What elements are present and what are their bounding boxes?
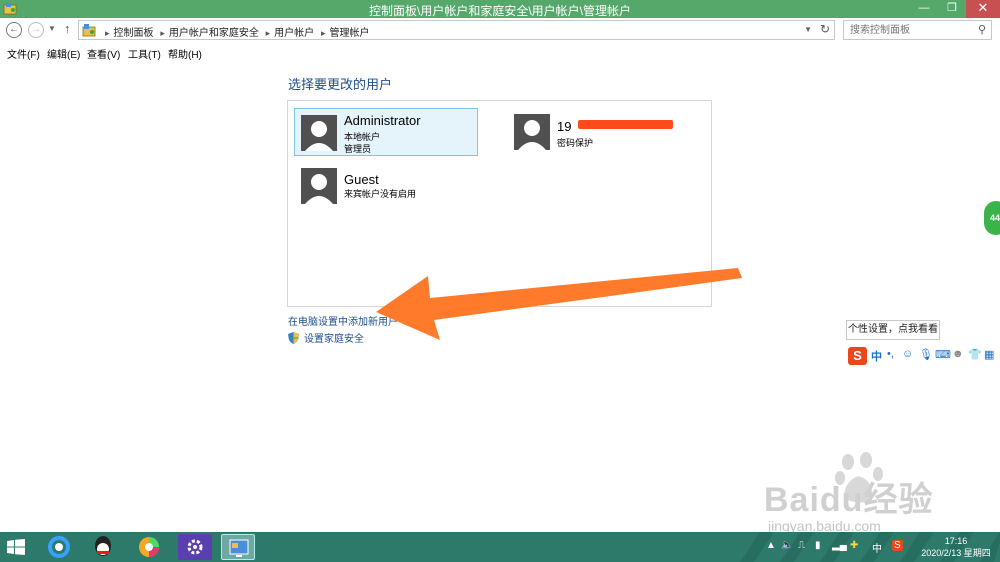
breadcrumb-item[interactable]: 控制面板 <box>114 28 154 39</box>
back-button[interactable]: ← <box>6 22 22 38</box>
microphone-icon[interactable]: 🎙 <box>919 348 933 361</box>
skin-icon[interactable]: 👕 <box>968 348 982 361</box>
tray-expand-icon[interactable]: ▲ <box>766 540 776 551</box>
close-button[interactable]: ✕ <box>966 0 1000 18</box>
search-input[interactable] <box>850 22 970 38</box>
account-tile-microsoft[interactable]: 19 密码保护 <box>508 108 698 156</box>
restore-button[interactable]: ❐ <box>938 0 966 18</box>
account-tile-guest[interactable]: Guest 来宾帐户没有启用 <box>294 165 478 213</box>
signal-icon[interactable]: ▂▄ <box>832 540 847 551</box>
minimize-button[interactable]: — <box>910 0 938 18</box>
account-name: Administrator <box>344 113 421 128</box>
sogou-logo-icon[interactable]: S <box>848 347 867 365</box>
punctuation-icon[interactable]: •, <box>887 348 894 360</box>
watermark-brand: Baidu经验 <box>764 481 934 519</box>
search-box[interactable]: ⚲ <box>843 20 992 40</box>
account-name: Guest <box>344 172 379 187</box>
recent-pages-dropdown[interactable]: ▼ <box>48 24 56 33</box>
breadcrumb-item[interactable]: 用户帐户和家庭安全 <box>169 28 259 39</box>
ime-toolbar: S 中 •, ☺ 🎙 ⌨ ☻ 👕 ▦ <box>846 346 998 366</box>
clock-date: 2020/2/13 星期四 <box>921 548 991 558</box>
clock[interactable]: 17:16 2020/2/13 星期四 <box>912 535 1000 559</box>
clock-time: 17:16 <box>944 536 968 546</box>
address-bar[interactable]: ▸ 控制面板 ▸ 用户帐户和家庭安全 ▸ 用户帐户 ▸ 管理帐户 ▼ ↻ <box>78 20 835 40</box>
account-name: 19 <box>557 119 572 134</box>
forward-button[interactable]: → <box>28 22 44 38</box>
menu-tools[interactable]: 工具(T) <box>128 46 161 61</box>
address-dropdown-icon[interactable]: ▼ <box>804 25 812 34</box>
shield-icon <box>288 332 299 344</box>
qq-taskbar-icon[interactable] <box>86 534 120 560</box>
menu-help[interactable]: 帮助(H) <box>168 46 202 61</box>
account-tile-administrator[interactable]: Administrator 本地帐户 管理员 <box>294 108 478 156</box>
control-panel-taskbar-icon[interactable] <box>221 534 255 560</box>
avatar <box>514 114 550 150</box>
windows-start-icon[interactable] <box>7 539 25 555</box>
browser-taskbar-icon[interactable] <box>42 534 76 560</box>
taskbar: ▲ 🔈 ⎍ ▮ ▂▄ ✚ 中 S 17:16 2020/2/13 星期四 <box>0 532 1000 562</box>
family-safety-link[interactable]: 设置家庭安全 <box>288 330 364 345</box>
avatar <box>301 168 337 204</box>
menu-edit[interactable]: 编辑(E) <box>47 46 80 61</box>
toolbox-icon[interactable]: ▦ <box>984 348 994 361</box>
avatar <box>301 115 337 151</box>
account-role: 管理员 <box>344 144 372 154</box>
menu-bar: 文件(F) 编辑(E) 查看(V) 工具(T) 帮助(H) <box>0 44 1000 62</box>
volume-icon[interactable]: 🔈 <box>781 540 793 551</box>
redaction-mark <box>578 120 673 129</box>
breadcrumb-item[interactable]: 用户帐户 <box>274 28 314 39</box>
navigation-bar: ← → ▼ ↑ ▸ 控制面板 ▸ 用户帐户和家庭安全 ▸ 用户帐户 ▸ 管理帐户 ▼ ↻… <box>0 18 1000 42</box>
battery-icon[interactable]: ▮ <box>815 540 821 551</box>
up-button[interactable]: ↑ <box>64 21 71 36</box>
title-bar: 控制面板\用户帐户和家庭安全\用户帐户\管理帐户 — ❐ ✕ <box>0 0 1000 18</box>
breadcrumb: ▸ 控制面板 ▸ 用户帐户和家庭安全 ▸ 用户帐户 ▸ 管理帐户 <box>105 28 370 39</box>
search-icon[interactable]: ⚲ <box>978 23 986 36</box>
annotation-arrow <box>376 268 742 340</box>
control-panel-icon <box>82 24 96 37</box>
account-protection: 密码保护 <box>557 138 594 148</box>
360-browser-taskbar-icon[interactable] <box>132 534 166 560</box>
menu-file[interactable]: 文件(F) <box>7 46 40 61</box>
keyboard-icon[interactable]: ⌨ <box>935 348 951 361</box>
user-icon[interactable]: ☻ <box>952 348 964 360</box>
emoji-icon[interactable]: ☺ <box>902 348 913 360</box>
floating-assistant-icon[interactable]: 44 <box>984 201 1000 235</box>
sogou-tray-icon[interactable]: S <box>892 540 903 551</box>
breadcrumb-item[interactable]: 管理帐户 <box>329 28 369 39</box>
account-status: 来宾帐户没有启用 <box>344 189 417 199</box>
family-safety-label: 设置家庭安全 <box>304 334 364 345</box>
settings-taskbar-icon[interactable] <box>178 534 212 560</box>
page-heading: 选择要更改的用户 <box>288 77 393 92</box>
ime-mode[interactable]: 中 <box>871 348 882 364</box>
window-title: 控制面板\用户帐户和家庭安全\用户帐户\管理帐户 <box>368 4 631 18</box>
ime-tooltip: 个性设置，点我看看 <box>846 320 940 340</box>
ime-tray-mode[interactable]: 中 <box>872 540 882 555</box>
menu-view[interactable]: 查看(V) <box>87 46 120 61</box>
security-app-icon[interactable]: ✚ <box>850 540 858 551</box>
network-icon[interactable]: ⎍ <box>798 540 805 551</box>
refresh-icon[interactable]: ↻ <box>820 22 830 36</box>
